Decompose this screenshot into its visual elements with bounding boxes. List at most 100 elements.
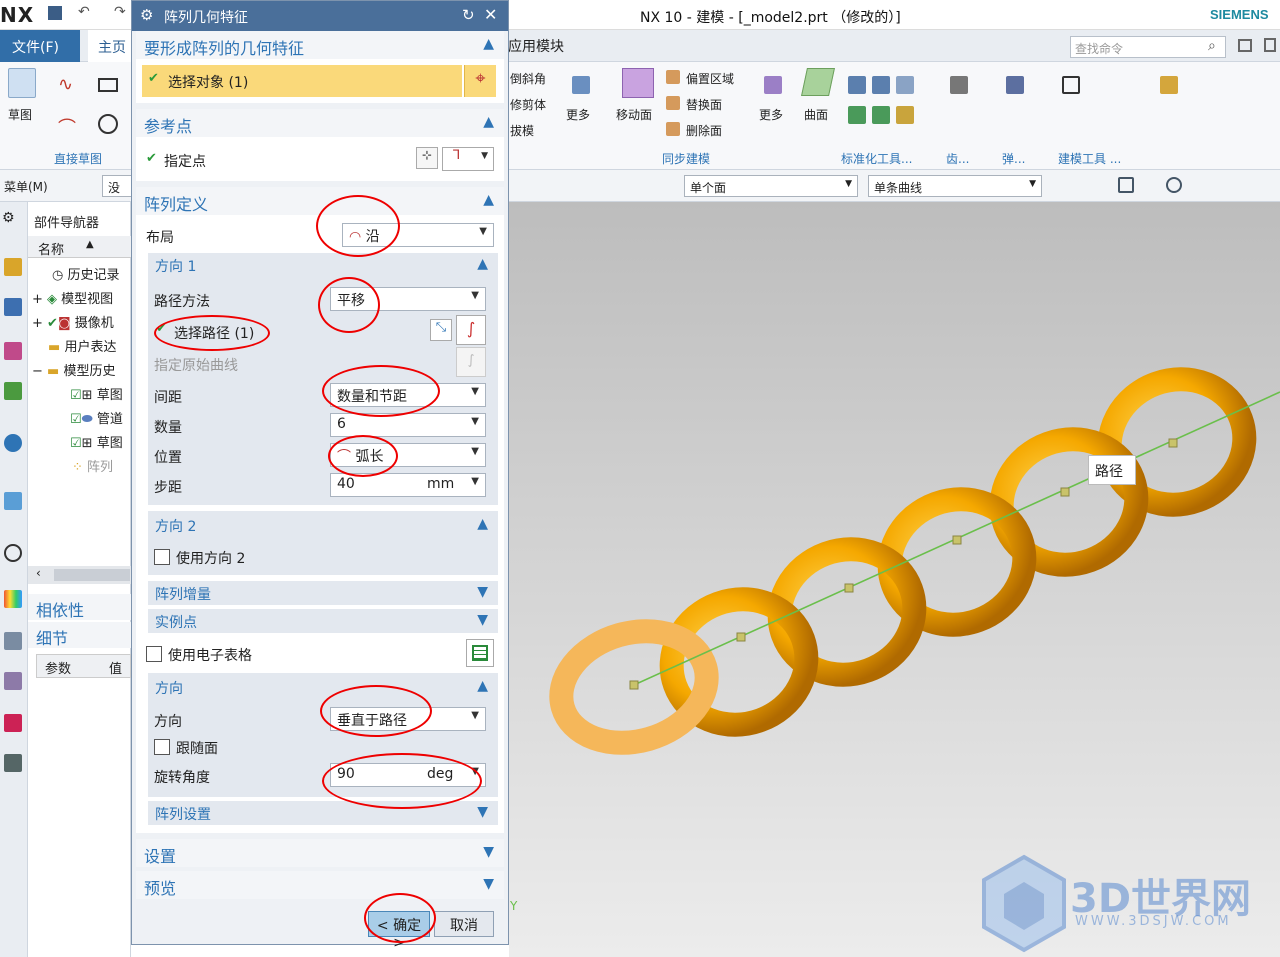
checkbox-checked-icon[interactable]: ☑ bbox=[70, 388, 82, 403]
dependency-panel[interactable]: 相依性 bbox=[28, 594, 131, 620]
reuse-library-icon[interactable] bbox=[4, 382, 22, 400]
fit-view-icon[interactable] bbox=[1118, 177, 1134, 193]
follow-face-checkbox[interactable] bbox=[154, 739, 170, 755]
sketch-icon[interactable] bbox=[8, 68, 36, 98]
more-button-2[interactable]: 更多 bbox=[759, 106, 783, 123]
reverse-direction-icon[interactable]: ⤡ bbox=[430, 319, 452, 341]
manufacturing-icon[interactable] bbox=[4, 754, 22, 772]
checkbox-checked-icon[interactable]: ☑ bbox=[70, 412, 82, 427]
use-direction-2-checkbox[interactable] bbox=[154, 549, 170, 565]
offset-region-button[interactable]: 偏置区域 bbox=[686, 70, 734, 87]
chevron-down-icon[interactable]: ▼ bbox=[477, 584, 488, 600]
chain-model[interactable]: Y bbox=[509, 202, 1280, 957]
select-object-row[interactable]: ✔ 选择对象 (1) bbox=[142, 65, 462, 97]
std-tool-icon-2[interactable] bbox=[872, 76, 890, 94]
chevron-up-icon[interactable]: ▲ bbox=[483, 36, 494, 52]
rotate-view-icon[interactable] bbox=[1166, 177, 1182, 193]
chevron-up-icon[interactable]: ▲ bbox=[483, 192, 494, 208]
orientation-header[interactable]: 方向 ▲ bbox=[148, 675, 498, 699]
face-rule-select[interactable]: 单个面 ▼ bbox=[684, 175, 858, 197]
section-settings-header[interactable]: 设置 ▼ bbox=[136, 839, 504, 867]
std-tool-icon-1[interactable] bbox=[848, 76, 866, 94]
std-tool-icon-3[interactable] bbox=[896, 76, 914, 94]
count-input[interactable]: 6 ▼ bbox=[330, 413, 486, 437]
scroll-thumb[interactable] bbox=[54, 569, 130, 581]
system-scene-icon[interactable] bbox=[4, 672, 22, 690]
circle-icon[interactable] bbox=[98, 114, 118, 134]
curve-icon[interactable]: ∿ bbox=[58, 74, 73, 95]
clock-icon[interactable] bbox=[4, 544, 22, 562]
chevron-down-icon[interactable]: ▼ bbox=[483, 876, 494, 892]
settings-gear-icon[interactable]: ⚙ bbox=[140, 6, 153, 24]
maximize-icon[interactable] bbox=[1264, 38, 1276, 52]
move-face-icon[interactable] bbox=[622, 68, 654, 98]
section-settings[interactable]: 设置 ▼ bbox=[136, 839, 504, 867]
palette-icon[interactable] bbox=[4, 590, 22, 608]
chevron-up-icon[interactable]: ▲ bbox=[477, 516, 488, 532]
instance-point-header[interactable]: 实例点 ▼ bbox=[148, 609, 498, 633]
more-icon-2[interactable] bbox=[764, 76, 782, 94]
search-input[interactable]: 查找命令 bbox=[1070, 36, 1226, 58]
more-icon[interactable] bbox=[572, 76, 590, 94]
subsection-pattern-settings[interactable]: 阵列设置 ▼ bbox=[148, 801, 498, 825]
crosshair-icon[interactable]: ⌖ bbox=[464, 65, 496, 97]
move-face-button[interactable]: 移动面 bbox=[616, 106, 652, 123]
nav-item-sketch-2[interactable]: ☑⊞ 草图 bbox=[70, 432, 123, 451]
point-type-dropdown[interactable]: ⅂ ▼ bbox=[442, 147, 494, 171]
increment-header[interactable]: 阵列增量 ▼ bbox=[148, 581, 498, 605]
search-icon[interactable]: ⌕ bbox=[1208, 38, 1216, 54]
nav-item-tube[interactable]: ☑⬬ 管道 bbox=[70, 408, 123, 427]
chevron-up-icon[interactable]: ▲ bbox=[477, 256, 488, 272]
graphics-viewport[interactable]: Y bbox=[509, 202, 1280, 957]
surface-button[interactable]: 曲面 bbox=[804, 106, 828, 123]
checkbox-checked-icon[interactable]: ☑ bbox=[70, 436, 82, 451]
section-preview-header[interactable]: 预览 ▼ bbox=[136, 871, 504, 899]
spreadsheet-icon[interactable] bbox=[466, 639, 494, 667]
draft-button[interactable]: 拔模 bbox=[510, 122, 534, 139]
process-studio-icon[interactable] bbox=[4, 714, 22, 732]
gear-icon[interactable] bbox=[950, 76, 968, 94]
part-navigator-icon[interactable] bbox=[4, 258, 22, 276]
replace-face-icon[interactable] bbox=[666, 96, 680, 110]
save-icon[interactable] bbox=[48, 6, 62, 20]
subsection-instance-point[interactable]: 实例点 ▼ bbox=[148, 609, 498, 633]
undo-icon[interactable]: ↶ bbox=[78, 4, 90, 20]
history-icon[interactable] bbox=[4, 492, 22, 510]
redo-icon[interactable]: ↷ bbox=[114, 4, 126, 20]
ring-5[interactable] bbox=[984, 420, 1154, 583]
web-browser-icon[interactable] bbox=[4, 434, 22, 452]
curve-select-icon[interactable]: ∫ bbox=[456, 315, 486, 345]
section-geometry-header[interactable]: 要形成阵列的几何特征 ▲ bbox=[136, 31, 504, 59]
section-preview[interactable]: 预览 ▼ bbox=[136, 871, 504, 899]
std-tool-icon-4[interactable] bbox=[848, 106, 866, 124]
offset-region-icon[interactable] bbox=[666, 70, 680, 84]
nav-item-model-views[interactable]: + ◈ 模型视图 bbox=[32, 288, 113, 307]
direction-1-header[interactable]: 方向 1 ▲ bbox=[148, 253, 498, 277]
delete-face-icon[interactable] bbox=[666, 122, 680, 136]
menu-button[interactable]: 菜单(M) bbox=[4, 178, 48, 195]
nav-item-user-expressions[interactable]: ▬ 用户表达 bbox=[48, 336, 116, 355]
type-filter-select[interactable]: 没有 bbox=[102, 175, 132, 197]
more-button-1[interactable]: 更多 bbox=[566, 106, 590, 123]
std-tool-icon-5[interactable] bbox=[872, 106, 890, 124]
tab-home[interactable]: 主页 bbox=[88, 30, 136, 62]
tool-icon-gold[interactable] bbox=[1160, 76, 1178, 94]
chevron-down-icon[interactable]: ▼ bbox=[477, 804, 488, 820]
nav-item-sketch[interactable]: ☑⊞ 草图 bbox=[70, 384, 123, 403]
column-header[interactable]: 名称 ▲ bbox=[28, 236, 131, 258]
pattern-settings-header[interactable]: 阵列设置 ▼ bbox=[148, 801, 498, 825]
nav-item-pattern[interactable]: ⁘ 阵列 bbox=[72, 456, 113, 475]
point-dialog-icon[interactable]: ⊹ bbox=[416, 147, 438, 169]
close-icon[interactable]: ✕ bbox=[484, 5, 497, 24]
arc-icon[interactable]: ⌒ bbox=[58, 114, 76, 140]
nav-item-model-history[interactable]: − ▬ 模型历史 bbox=[32, 360, 115, 379]
delete-face-button[interactable]: 删除面 bbox=[686, 122, 722, 139]
chevron-up-icon[interactable]: ▲ bbox=[483, 114, 494, 130]
constraint-navigator-icon[interactable] bbox=[4, 342, 22, 360]
trim-body-button[interactable]: 修剪体 bbox=[510, 96, 546, 113]
spring-icon[interactable] bbox=[1006, 76, 1024, 94]
triangle-tool-icon[interactable] bbox=[1062, 76, 1080, 94]
reset-icon[interactable]: ↻ bbox=[462, 6, 475, 24]
horizontal-scrollbar[interactable]: ‹ bbox=[28, 566, 131, 584]
sort-ascending-icon[interactable]: ▲ bbox=[86, 239, 94, 250]
